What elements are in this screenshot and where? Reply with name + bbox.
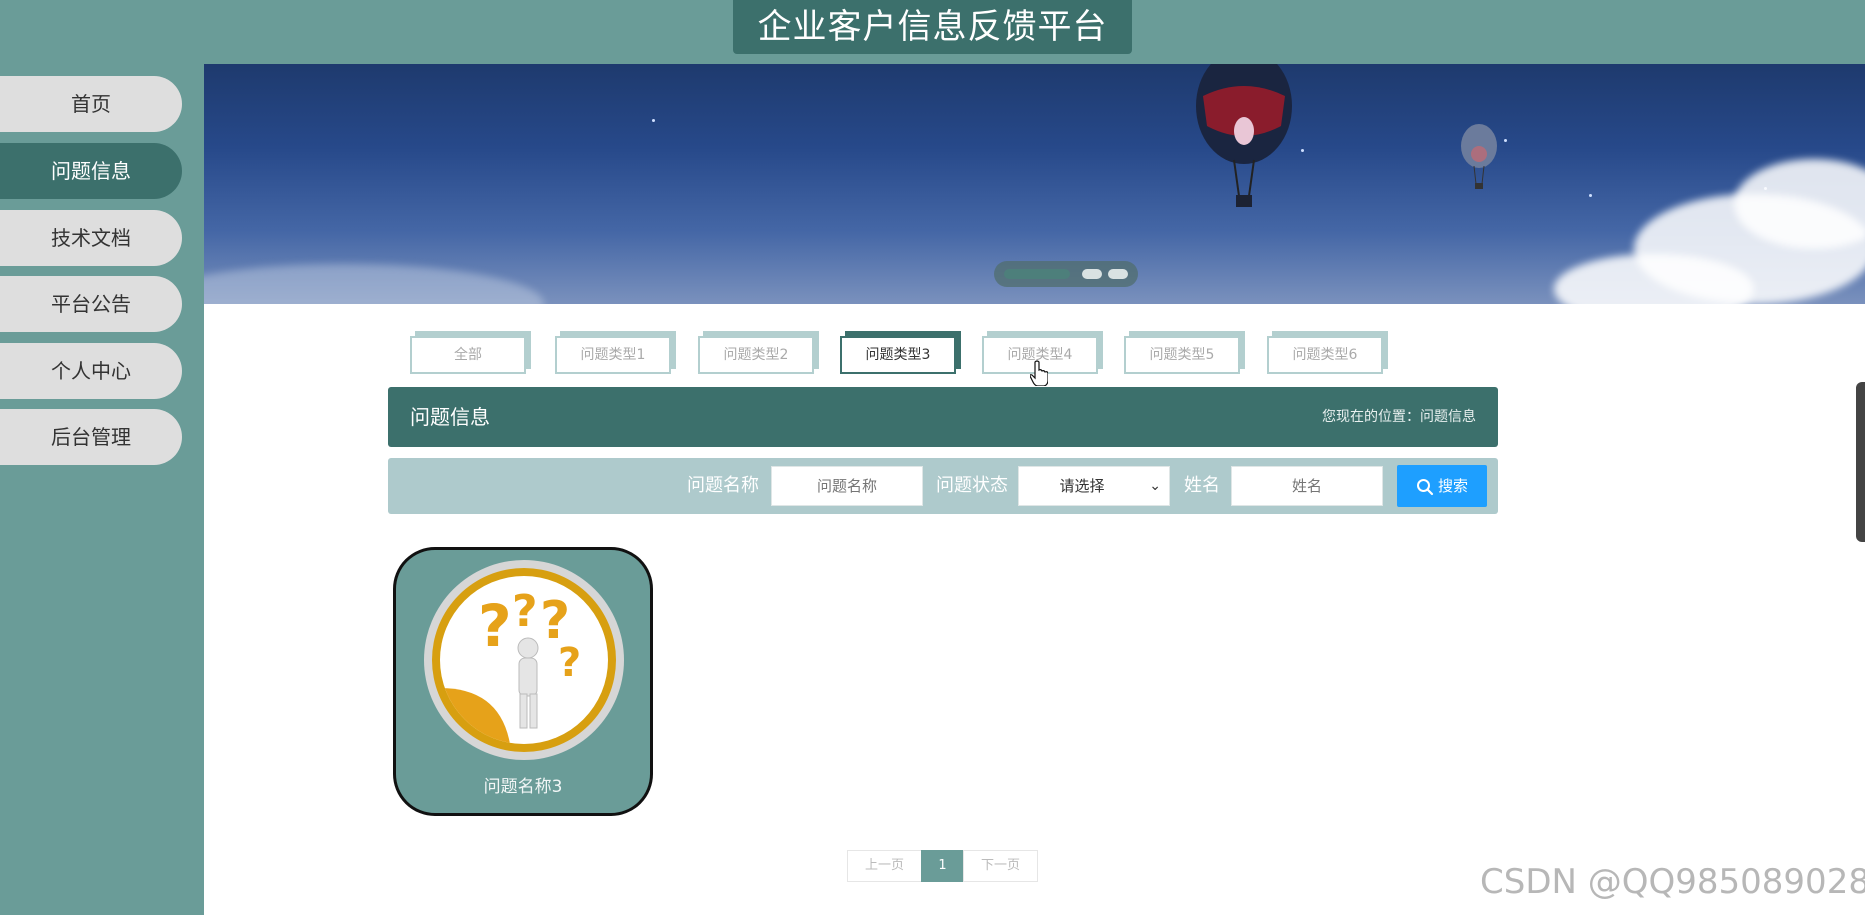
page-1-button[interactable]: 1 — [921, 850, 964, 882]
banner-star — [1504, 139, 1507, 142]
question-card-image: ? ? ? ? — [424, 560, 624, 760]
carousel-dot-1[interactable] — [1004, 269, 1070, 279]
tab-type-5[interactable]: 问题类型5 — [1124, 336, 1240, 374]
sidebar-item-questions[interactable]: 问题信息 — [0, 143, 182, 199]
banner-carousel[interactable] — [204, 64, 1865, 304]
tab-type-3[interactable]: 问题类型3 — [840, 336, 956, 374]
breadcrumb-label: 您现在的位置： — [1322, 409, 1420, 425]
tab-type-6[interactable]: 问题类型6 — [1267, 336, 1383, 374]
breadcrumb: 您现在的位置：问题信息 — [1322, 387, 1476, 447]
breadcrumb-current[interactable]: 问题信息 — [1420, 409, 1476, 425]
question-marks-illustration: ? ? ? ? — [440, 576, 608, 744]
carousel-dot-2[interactable] — [1082, 269, 1102, 279]
name-input[interactable] — [771, 466, 923, 506]
sidebar-item-personal-center[interactable]: 个人中心 — [0, 343, 182, 399]
site-title: 企业客户信息反馈平台 — [733, 0, 1132, 54]
search-icon — [1416, 478, 1434, 495]
next-page-button[interactable]: 下一页 — [963, 850, 1038, 882]
chevron-down-icon: ⌄ — [1149, 478, 1161, 494]
banner-cloud — [204, 264, 544, 304]
search-button-label: 搜索 — [1437, 477, 1468, 495]
hot-air-balloon-icon — [1196, 64, 1292, 207]
question-card-title: 问题名称3 — [483, 777, 563, 797]
status-label: 问题状态 — [936, 475, 1008, 496]
hot-air-balloon-icon — [1461, 124, 1497, 189]
tab-type-1[interactable]: 问题类型1 — [555, 336, 671, 374]
banner-star — [652, 119, 655, 122]
carousel-dot-3[interactable] — [1108, 269, 1128, 279]
svg-text:?: ? — [478, 592, 512, 660]
prev-page-button[interactable]: 上一页 — [847, 850, 922, 882]
svg-text:?: ? — [512, 586, 538, 637]
person-input[interactable] — [1231, 466, 1383, 506]
hand-cursor-icon — [1030, 360, 1048, 386]
section-title: 问题信息 — [410, 405, 490, 429]
svg-text:?: ? — [558, 640, 581, 686]
tab-type-2[interactable]: 问题类型2 — [698, 336, 814, 374]
search-bar: 问题名称 问题状态 请选择 ⌄ 姓名 搜索 — [388, 458, 1498, 514]
status-select[interactable]: 请选择 ⌄ — [1018, 466, 1170, 506]
question-card[interactable]: ? ? ? ? 问题名称3 — [393, 547, 653, 816]
watermark: CSDN @QQ985089028 — [1480, 862, 1865, 902]
top-bar: 企业客户信息反馈平台 — [0, 0, 1865, 64]
side-scroll-handle[interactable] — [1856, 382, 1865, 542]
carousel-indicator — [994, 261, 1138, 287]
status-select-value: 请选择 — [1059, 477, 1105, 495]
question-person-icon: ? ? ? ? — [440, 586, 581, 744]
sidebar-item-tech-docs[interactable]: 技术文档 — [0, 210, 182, 266]
banner-star — [1301, 149, 1304, 152]
banner-star — [1589, 194, 1592, 197]
tab-all[interactable]: 全部 — [410, 336, 526, 374]
name-label: 问题名称 — [687, 475, 759, 496]
search-button[interactable]: 搜索 — [1397, 465, 1487, 507]
section-title-bar: 问题信息 您现在的位置：问题信息 — [388, 387, 1498, 447]
sidebar: 首页 问题信息 技术文档 平台公告 个人中心 后台管理 — [0, 64, 204, 915]
sidebar-item-announcements[interactable]: 平台公告 — [0, 276, 182, 332]
person-label: 姓名 — [1184, 475, 1220, 496]
sidebar-item-admin[interactable]: 后台管理 — [0, 409, 182, 465]
sidebar-item-home[interactable]: 首页 — [0, 76, 182, 132]
